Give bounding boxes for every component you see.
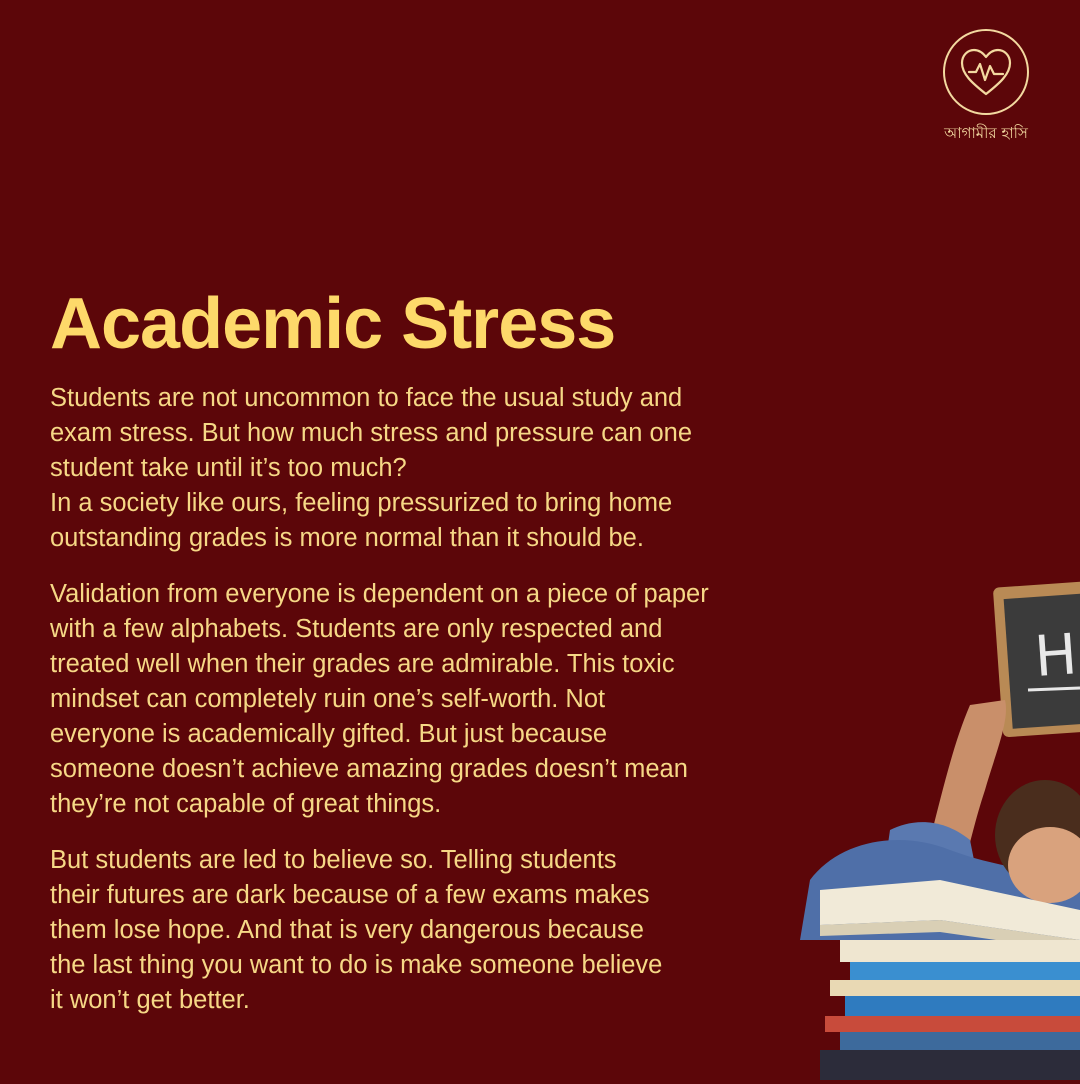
student-with-books-image: H [780, 580, 1080, 1080]
chalkboard-text: H [1033, 622, 1080, 690]
paragraph-3: But students are led to believe so. Tell… [50, 846, 663, 1014]
paragraph-1: Students are not uncommon to face the us… [50, 384, 693, 552]
heart-heartbeat-icon [943, 29, 1029, 115]
brand-name: আগামীর হাসি [944, 124, 1028, 142]
page-title: Academic Stress [50, 284, 616, 364]
article-body: Students are not uncommon to face the us… [50, 381, 840, 1018]
brand-logo: আগামীর হাসি [928, 28, 1044, 147]
paragraph-2: Validation from everyone is dependent on… [50, 580, 709, 818]
